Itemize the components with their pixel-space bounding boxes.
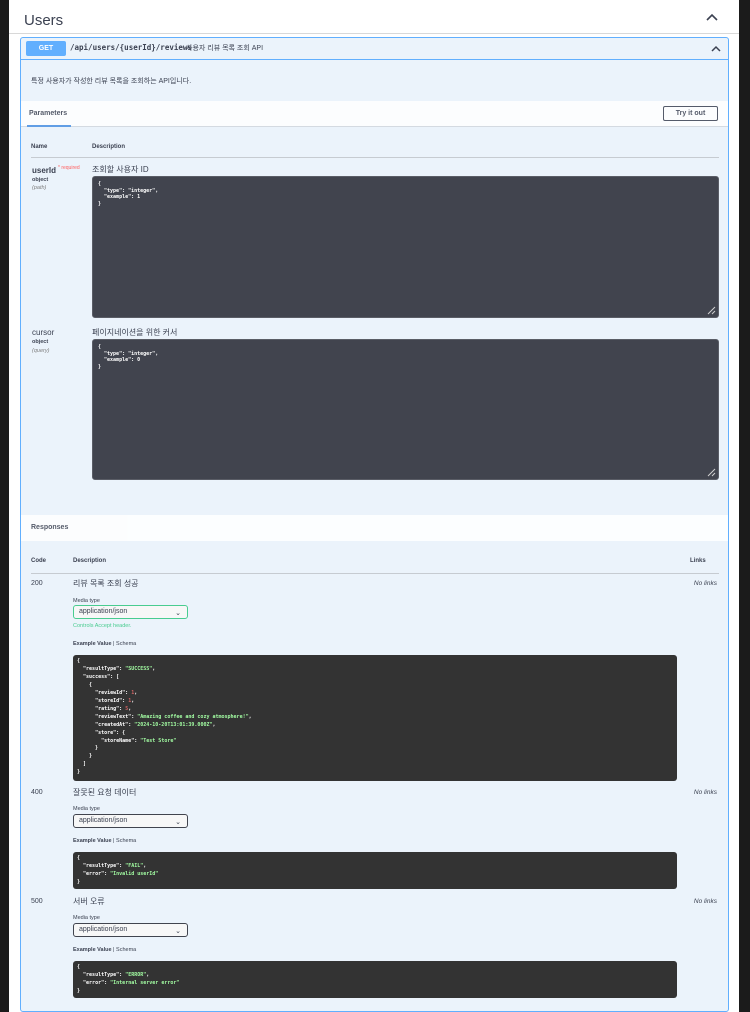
- column-header-code: Code: [31, 558, 46, 564]
- example-json: { "resultType": "FAIL", "error": "Invali…: [77, 855, 159, 885]
- param-type: object: [32, 339, 49, 345]
- media-type-label: Media type: [73, 915, 100, 921]
- param-description: 조회할 사용자 ID: [92, 165, 149, 174]
- accept-header-note: Controls Accept header.: [73, 623, 132, 629]
- divider: [31, 573, 719, 574]
- operation-block: GET /api/users/{userId}/reviews 사용자 리뷰 목…: [20, 37, 729, 1012]
- response-description: 리뷰 목록 조회 성공: [73, 579, 139, 588]
- media-type-select[interactable]: application/json ⌄: [73, 923, 188, 937]
- media-type-label: Media type: [73, 806, 100, 812]
- tab-underline: [27, 125, 71, 127]
- response-code: 200: [31, 580, 43, 587]
- column-header-name: Name: [31, 144, 48, 150]
- param-location: (path): [32, 185, 47, 191]
- responses-header: Responses: [21, 515, 728, 541]
- media-type-value: application/json: [79, 817, 128, 824]
- chevron-down-icon: ⌄: [175, 819, 181, 826]
- media-type-value: application/json: [79, 608, 128, 615]
- chevron-up-icon[interactable]: [705, 10, 719, 24]
- example-json: { "resultType": "ERROR", "error": "Inter…: [77, 964, 180, 994]
- media-type-value: application/json: [79, 926, 128, 933]
- try-it-out-button[interactable]: Try it out: [663, 106, 718, 121]
- response-links: No links: [693, 898, 717, 905]
- param-description: 페이지네이션을 위한 커서: [92, 328, 178, 337]
- param-name: cursor: [32, 328, 55, 337]
- param-name: userId: [32, 166, 57, 175]
- required-label: * required: [58, 165, 80, 171]
- tab-example-value[interactable]: Example Value: [73, 838, 112, 844]
- param-value-text: { "type": "integer", "example": 0 }: [98, 344, 159, 370]
- response-code: 500: [31, 898, 43, 905]
- param-value-textarea[interactable]: { "type": "integer", "example": 0 }: [92, 339, 719, 480]
- tab-example-value[interactable]: Example Value: [73, 947, 112, 953]
- resize-handle-icon[interactable]: [707, 468, 716, 477]
- tab-schema[interactable]: Schema: [116, 947, 136, 953]
- response-description: 서버 오류: [73, 897, 105, 906]
- param-type: object: [32, 177, 49, 183]
- tag-section-header[interactable]: Users: [9, 0, 739, 34]
- tag-title: Users: [24, 12, 64, 29]
- tab-example-value[interactable]: Example Value: [73, 641, 112, 647]
- response-links: No links: [693, 789, 717, 796]
- media-type-select[interactable]: application/json ⌄: [73, 605, 188, 619]
- tab-parameters[interactable]: Parameters: [29, 110, 67, 117]
- media-type-label: Media type: [73, 598, 100, 604]
- example-tabs: Example Value | Schema: [73, 947, 137, 953]
- operation-path: /api/users/{userId}/reviews: [70, 43, 192, 52]
- divider: [31, 157, 719, 158]
- example-code-block: { "resultType": "ERROR", "error": "Inter…: [73, 961, 677, 998]
- example-code-block: { "resultType": "FAIL", "error": "Invali…: [73, 852, 677, 889]
- tab-schema[interactable]: Schema: [116, 838, 136, 844]
- operation-summary-text: 사용자 리뷰 목록 조회 API: [186, 45, 264, 52]
- column-header-links: Links: [690, 558, 706, 564]
- example-tabs: Example Value | Schema: [73, 838, 137, 844]
- method-badge: GET: [26, 41, 66, 56]
- param-location: (query): [32, 348, 50, 354]
- swagger-page: Users GET /api/users/{userId}/reviews 사용…: [9, 0, 739, 1012]
- chevron-down-icon: ⌄: [175, 928, 181, 935]
- resize-handle-icon[interactable]: [707, 306, 716, 315]
- media-type-select[interactable]: application/json ⌄: [73, 814, 188, 828]
- responses-title: Responses: [31, 524, 69, 531]
- chevron-down-icon: ⌄: [175, 610, 181, 617]
- param-value-textarea[interactable]: { "type": "integer", "example": 1 }: [92, 176, 719, 318]
- example-code-block: { "resultType": "SUCCESS", "success": [ …: [73, 655, 677, 781]
- example-json: { "resultType": "SUCCESS", "success": [ …: [77, 658, 252, 776]
- column-header-description: Description: [73, 558, 107, 564]
- operation-description: 특정 사용자가 작성한 리뷰 목록을 조회하는 API입니다.: [31, 78, 192, 85]
- operation-summary[interactable]: GET /api/users/{userId}/reviews 사용자 리뷰 목…: [21, 38, 728, 60]
- example-tabs: Example Value | Schema: [73, 641, 137, 647]
- response-links: No links: [693, 580, 717, 587]
- response-code: 400: [31, 789, 43, 796]
- tab-schema[interactable]: Schema: [116, 641, 136, 647]
- chevron-up-icon[interactable]: [710, 43, 722, 55]
- param-value-text: { "type": "integer", "example": 1 }: [98, 181, 159, 207]
- parameters-header: Parameters Try it out: [21, 101, 728, 127]
- response-description: 잘못된 요청 데이터: [73, 788, 137, 797]
- column-header-description: Description: [92, 144, 126, 150]
